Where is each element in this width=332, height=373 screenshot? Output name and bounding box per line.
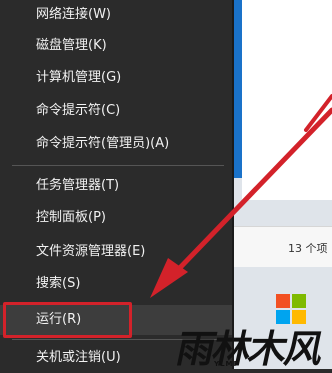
windows-logo-green-square <box>292 294 306 308</box>
menu-item-control-panel[interactable]: 控制面板(P) <box>0 203 232 233</box>
background-window-item-count: 13 个项 <box>288 242 328 255</box>
menu-item-network-connections[interactable]: 网络连接(W) <box>0 0 232 30</box>
menu-item-command-prompt[interactable]: 命令提示符(C) <box>0 96 232 126</box>
menu-border <box>232 0 234 369</box>
menu-item-disk-management[interactable]: 磁盘管理(K) <box>0 31 232 61</box>
watermark-subtext: YLMF <box>214 360 240 368</box>
menu-item-task-manager[interactable]: 任务管理器(T) <box>0 171 232 201</box>
windows-logo-red-square <box>276 294 290 308</box>
menu-item-search[interactable]: 搜索(S) <box>0 269 232 299</box>
run-highlight-box <box>3 302 132 338</box>
menu-item-file-explorer[interactable]: 文件资源管理器(E) <box>0 237 232 267</box>
menu-item-computer-management[interactable]: 计算机管理(G) <box>0 63 232 93</box>
menu-item-command-prompt-admin[interactable]: 命令提示符(管理员)(A) <box>0 129 232 159</box>
background-window-content-panel <box>242 0 332 200</box>
watermark-text: 雨林木风 <box>172 326 327 371</box>
menu-separator <box>12 165 224 166</box>
